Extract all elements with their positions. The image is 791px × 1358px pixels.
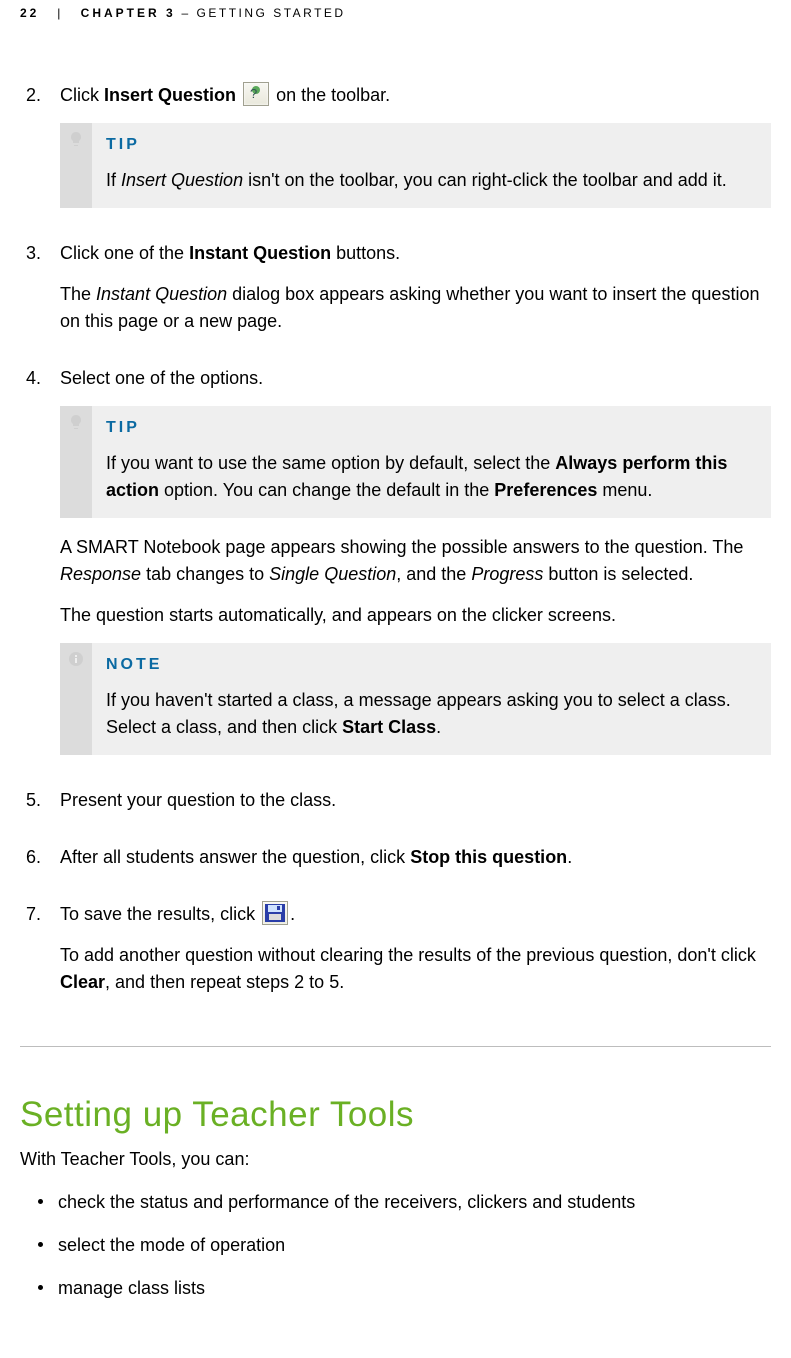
chapter-label: CHAPTER 3	[81, 6, 176, 20]
step-6: 6. After all students answer the questio…	[50, 844, 771, 901]
step-4-text-2: A SMART Notebook page appears showing th…	[60, 534, 771, 588]
step-3-text-2: The Instant Question dialog box appears …	[60, 281, 771, 335]
step-5-text: Present your question to the class.	[60, 787, 771, 814]
step-4-text-3: The question starts automatically, and a…	[60, 602, 771, 629]
lightbulb-icon	[60, 406, 92, 518]
step-number: 3.	[26, 240, 41, 267]
lightbulb-icon	[60, 123, 92, 208]
section-divider	[20, 1046, 771, 1047]
callout-text: If you want to use the same option by de…	[106, 450, 757, 504]
step-number: 2.	[26, 82, 41, 109]
tip-callout: TIP If you want to use the same option b…	[60, 406, 771, 518]
step-7-text: To save the results, click .	[60, 901, 771, 928]
note-callout: NOTE If you haven't started a class, a m…	[60, 643, 771, 755]
running-header: 22 | CHAPTER 3 – GETTING STARTED	[20, 0, 771, 82]
callout-kind: TIP	[106, 133, 727, 157]
instruction-steps: 2. Click Insert Question on the toolbar.…	[20, 82, 771, 1026]
step-number: 4.	[26, 365, 41, 392]
callout-kind: NOTE	[106, 653, 757, 677]
step-5: 5. Present your question to the class.	[50, 787, 771, 844]
callout-kind: TIP	[106, 416, 757, 440]
step-number: 6.	[26, 844, 41, 871]
page-number: 22	[20, 6, 39, 20]
info-icon	[60, 643, 92, 755]
step-3: 3. Click one of the Instant Question but…	[50, 240, 771, 365]
step-7-text-2: To add another question without clearing…	[60, 942, 771, 996]
header-separator: |	[57, 6, 63, 20]
step-7: 7. To save the results, click . To add a…	[50, 901, 771, 1026]
tip-callout: TIP If Insert Question isn't on the tool…	[60, 123, 771, 208]
step-4: 4. Select one of the options. TIP If you…	[50, 365, 771, 787]
section-heading: Setting up Teacher Tools	[20, 1089, 771, 1142]
step-2-text: Click Insert Question on the toolbar.	[60, 82, 771, 109]
step-2: 2. Click Insert Question on the toolbar.…	[50, 82, 771, 240]
chapter-title: – GETTING STARTED	[182, 6, 346, 20]
callout-text: If you haven't started a class, a messag…	[106, 687, 757, 741]
save-icon	[262, 901, 288, 925]
step-number: 7.	[26, 901, 41, 928]
step-6-text: After all students answer the question, …	[60, 844, 771, 871]
step-number: 5.	[26, 787, 41, 814]
callout-text: If Insert Question isn't on the toolbar,…	[106, 167, 727, 194]
list-item: check the status and performance of the …	[46, 1189, 771, 1232]
teacher-tools-list: check the status and performance of the …	[20, 1189, 771, 1318]
section-intro: With Teacher Tools, you can:	[20, 1146, 771, 1173]
step-3-text: Click one of the Instant Question button…	[60, 240, 771, 267]
list-item: manage class lists	[46, 1275, 771, 1318]
step-4-text: Select one of the options.	[60, 365, 771, 392]
list-item: select the mode of operation	[46, 1232, 771, 1275]
insert-question-icon	[243, 82, 269, 106]
